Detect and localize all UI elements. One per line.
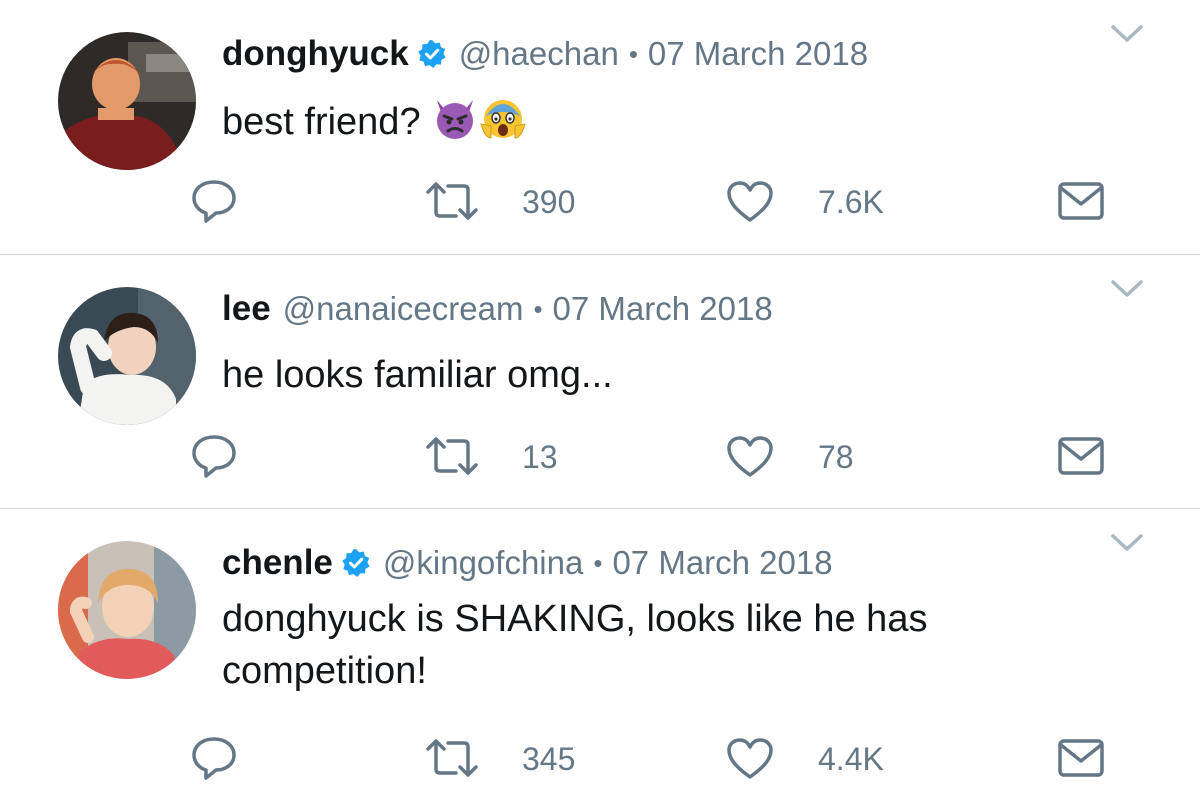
- heart-icon[interactable]: [726, 737, 774, 779]
- tweet-actions: 390 7.6K: [0, 178, 1200, 228]
- envelope-icon[interactable]: [1058, 739, 1104, 777]
- tweet-text-content: he looks familiar omg...: [222, 354, 613, 396]
- like-count: 4.4K: [818, 741, 884, 777]
- handle[interactable]: @haechan: [459, 35, 619, 73]
- reply-icon[interactable]: [190, 735, 238, 781]
- handle[interactable]: @kingofchina: [383, 544, 583, 582]
- tweet-text: donghyuck is SHAKING, looks like he has …: [222, 593, 1122, 697]
- retweet-count: 390: [522, 184, 576, 220]
- envelope-icon[interactable]: [1058, 182, 1104, 220]
- tweet-text-content: donghyuck is SHAKING, looks like he has …: [222, 598, 928, 692]
- tweet-date[interactable]: 07 March 2018: [553, 290, 773, 328]
- avatar[interactable]: [58, 287, 196, 425]
- envelope-icon[interactable]: [1058, 437, 1104, 475]
- like-count: 78: [818, 439, 854, 475]
- tweet-feed: donghyuck @haechan • 07 March 2018 best …: [0, 0, 1200, 809]
- retweet-count: 345: [522, 741, 576, 777]
- tweet-date[interactable]: 07 March 2018: [612, 544, 832, 582]
- tweet-card[interactable]: donghyuck @haechan • 07 March 2018 best …: [0, 0, 1200, 254]
- tweet-text-content: best friend?: [222, 101, 421, 143]
- tweet-card[interactable]: lee @nanaicecream • 07 March 2018 he loo…: [0, 255, 1200, 508]
- chevron-down-icon[interactable]: [1110, 279, 1144, 299]
- tweet-header: lee @nanaicecream • 07 March 2018: [222, 285, 773, 333]
- retweet-icon[interactable]: [424, 435, 480, 477]
- screaming-face-emoji: [479, 94, 527, 142]
- reply-icon[interactable]: [190, 178, 238, 224]
- tweet-text: best friend?: [222, 94, 1122, 148]
- separator-dot: •: [533, 293, 543, 324]
- smiling-imp-emoji: [431, 94, 479, 142]
- retweet-icon[interactable]: [424, 180, 480, 222]
- retweet-icon[interactable]: [424, 737, 480, 779]
- handle[interactable]: @nanaicecream: [283, 290, 524, 328]
- tweet-actions: 13 78: [0, 433, 1200, 483]
- heart-icon[interactable]: [726, 180, 774, 222]
- separator-dot: •: [628, 38, 638, 69]
- tweet-card[interactable]: chenle @kingofchina • 07 March 2018 dong…: [0, 509, 1200, 809]
- reply-icon[interactable]: [190, 433, 238, 479]
- like-count: 7.6K: [818, 184, 884, 220]
- verified-badge-icon: [417, 39, 447, 69]
- display-name[interactable]: chenle: [222, 543, 333, 583]
- separator-dot: •: [593, 547, 603, 578]
- display-name[interactable]: lee: [222, 289, 271, 329]
- retweet-count: 13: [522, 439, 558, 475]
- tweet-date[interactable]: 07 March 2018: [648, 35, 868, 73]
- chevron-down-icon[interactable]: [1110, 24, 1144, 44]
- verified-badge-icon: [341, 548, 371, 578]
- avatar[interactable]: [58, 541, 196, 679]
- tweet-header: donghyuck @haechan • 07 March 2018: [222, 30, 868, 78]
- chevron-down-icon[interactable]: [1110, 533, 1144, 553]
- tweet-text: he looks familiar omg...: [222, 349, 1122, 401]
- tweet-actions: 345 4.4K: [0, 735, 1200, 785]
- avatar[interactable]: [58, 32, 196, 170]
- tweet-header: chenle @kingofchina • 07 March 2018: [222, 539, 833, 587]
- heart-icon[interactable]: [726, 435, 774, 477]
- display-name[interactable]: donghyuck: [222, 34, 409, 74]
